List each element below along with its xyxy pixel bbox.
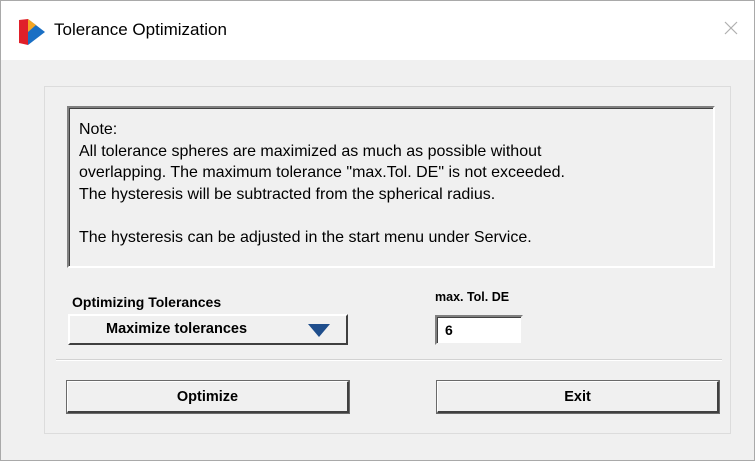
- max-tol-de-label: max. Tol. DE: [435, 290, 510, 304]
- note-box: Note: All tolerance spheres are maximize…: [67, 106, 715, 268]
- note-line: The hysteresis will be subtracted from t…: [79, 185, 496, 203]
- dialog-window: Tolerance Optimization Note: All toleran…: [0, 0, 755, 461]
- max-tol-de-value: 6: [445, 322, 453, 338]
- close-icon: [724, 21, 738, 40]
- note-text: Note: All tolerance spheres are maximize…: [79, 119, 699, 248]
- optimizing-mode-dropdown[interactable]: Maximize tolerances: [68, 314, 348, 345]
- note-line: [79, 205, 699, 227]
- window-title: Tolerance Optimization: [54, 20, 227, 39]
- app-logo-icon: [19, 19, 45, 45]
- max-tol-de-input[interactable]: 6: [435, 315, 523, 345]
- optimizing-tolerances-label: Optimizing Tolerances: [72, 294, 222, 310]
- note-line: Note:: [79, 121, 118, 138]
- note-line: overlapping. The maximum tolerance "max.…: [79, 164, 565, 181]
- separator: [56, 359, 722, 361]
- dropdown-selected-value: Maximize tolerances: [106, 321, 248, 337]
- note-line: The hysteresis can be adjusted in the st…: [79, 228, 532, 246]
- triangle-down-icon[interactable]: [308, 324, 330, 342]
- exit-button[interactable]: Exit: [436, 380, 720, 414]
- close-button[interactable]: [708, 1, 754, 59]
- title-bar[interactable]: Tolerance Optimization: [1, 1, 754, 60]
- optimize-button[interactable]: Optimize: [66, 380, 350, 414]
- note-line: All tolerance spheres are maximized as m…: [79, 142, 542, 160]
